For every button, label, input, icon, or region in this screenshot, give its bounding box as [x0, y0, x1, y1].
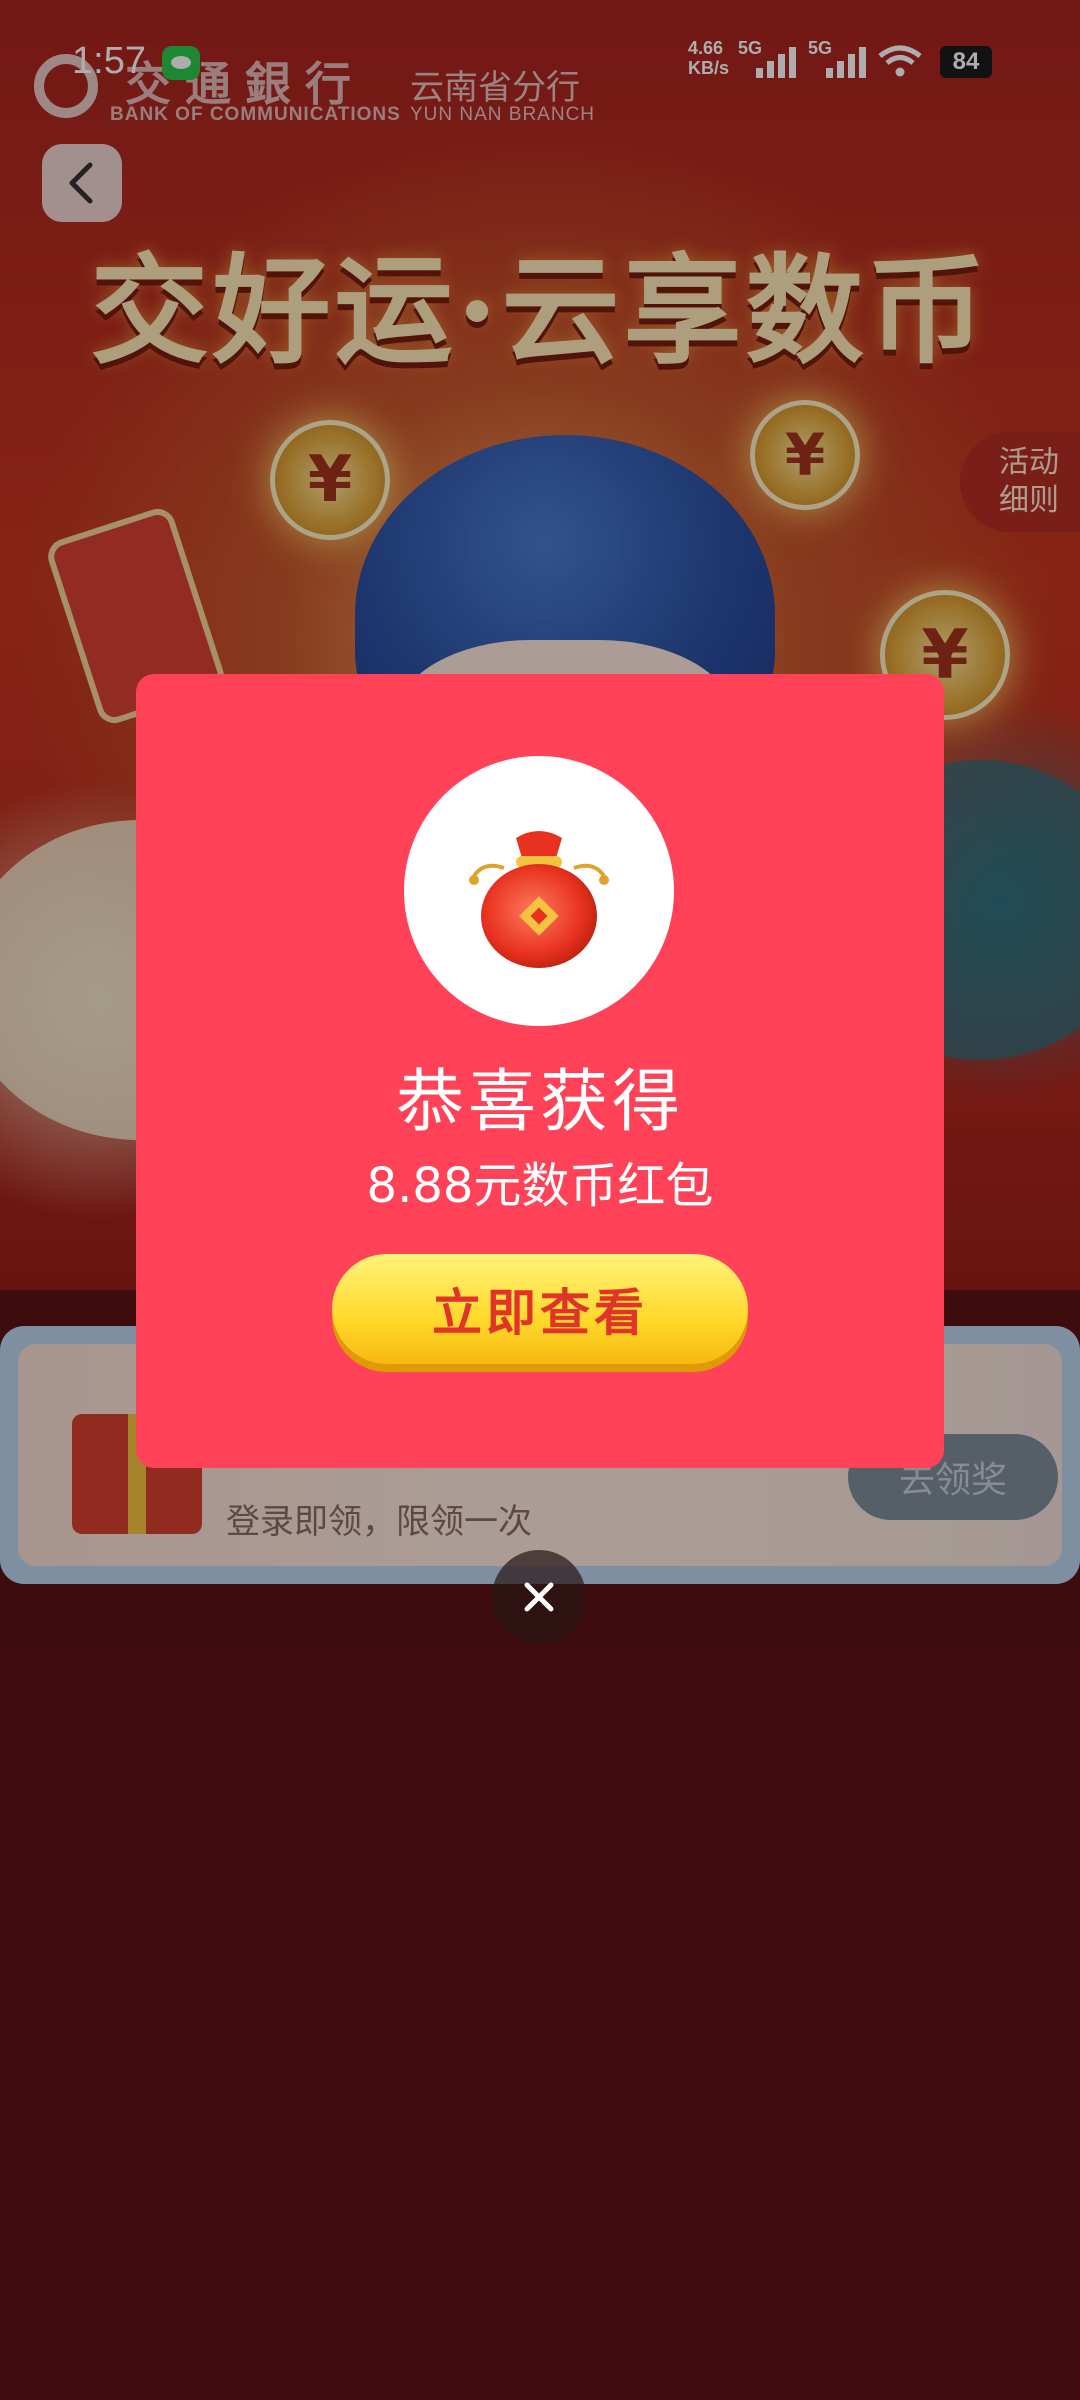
- modal-title: 恭喜获得: [395, 1063, 684, 1142]
- close-icon: [524, 1582, 554, 1612]
- view-now-button[interactable]: 立即查看: [332, 1254, 748, 1364]
- prize-image-container: [404, 756, 674, 1026]
- close-dialog-button[interactable]: [492, 1550, 586, 1644]
- prize-amount: 8.88元数币红包: [366, 1158, 714, 1214]
- lucky-bag-icon: [469, 831, 609, 968]
- prize-dialog: 恭喜获得 8.88元数币红包 立即查看: [136, 674, 944, 1468]
